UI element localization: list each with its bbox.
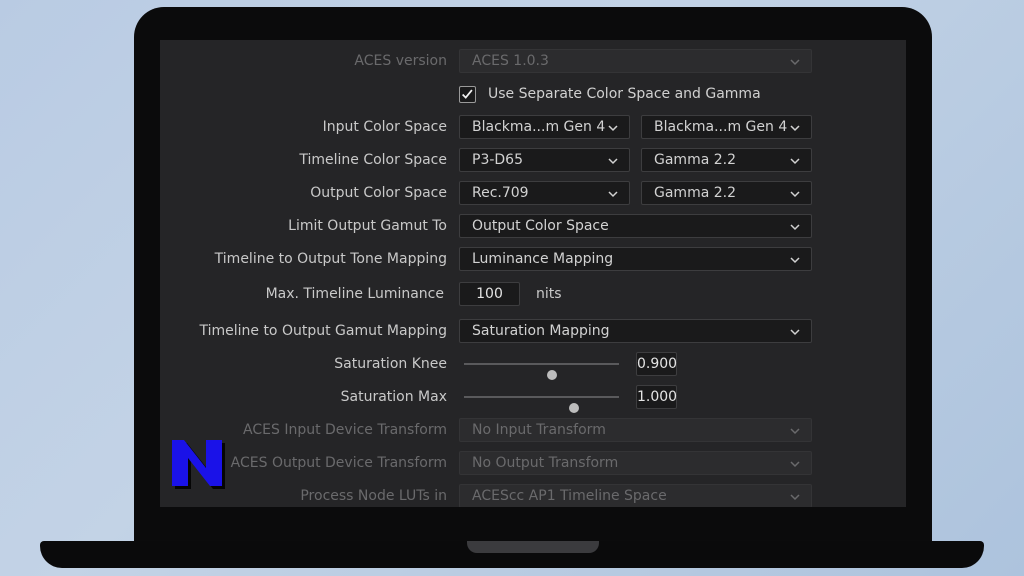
tone-mapping-label: Timeline to Output Tone Mapping <box>214 251 447 267</box>
chevron-down-icon <box>608 158 618 165</box>
limit-gamut-dropdown[interactable]: Output Color Space <box>459 214 812 238</box>
aces-odt-row: ACES Output Device Transform No Output T… <box>160 451 906 475</box>
aces-version-row: ACES version ACES 1.0.3 <box>160 49 906 73</box>
tone-mapping-dropdown[interactable]: Luminance Mapping <box>459 247 812 271</box>
input-color-space-label: Input Color Space <box>322 119 447 135</box>
timeline-color-space-dropdown[interactable]: P3-D65 <box>459 148 630 172</box>
timeline-color-space-label: Timeline Color Space <box>299 152 447 168</box>
input-gamma-dropdown[interactable]: Blackma...m Gen 4 <box>641 115 812 139</box>
checkmark-icon <box>462 89 473 99</box>
output-color-space-dropdown[interactable]: Rec.709 <box>459 181 630 205</box>
chevron-down-icon <box>790 461 800 468</box>
max-luminance-label: Max. Timeline Luminance <box>265 286 444 302</box>
n-logo-icon <box>172 440 225 489</box>
output-gamma-dropdown[interactable]: Gamma 2.2 <box>641 181 812 205</box>
aces-version-label: ACES version <box>354 53 447 69</box>
max-luminance-unit: nits <box>536 286 562 302</box>
aces-idt-dropdown[interactable]: No Input Transform <box>459 418 812 442</box>
aces-idt-row: ACES Input Device Transform No Input Tra… <box>160 418 906 442</box>
node-luts-dropdown[interactable]: ACEScc AP1 Timeline Space <box>459 484 812 507</box>
saturation-knee-row: Saturation Knee 0.900 <box>160 352 906 380</box>
saturation-max-label: Saturation Max <box>340 389 447 405</box>
saturation-knee-input[interactable]: 0.900 <box>636 352 677 376</box>
aces-version-dropdown[interactable]: ACES 1.0.3 <box>459 49 812 73</box>
output-color-space-label: Output Color Space <box>310 185 447 201</box>
separate-gamma-checkbox[interactable] <box>459 86 476 103</box>
chevron-down-icon <box>608 125 618 132</box>
timeline-gamma-dropdown[interactable]: Gamma 2.2 <box>641 148 812 172</box>
chevron-down-icon <box>790 158 800 165</box>
chevron-down-icon <box>790 257 800 264</box>
saturation-max-row: Saturation Max 1.000 <box>160 385 906 413</box>
chevron-down-icon <box>790 428 800 435</box>
saturation-max-input[interactable]: 1.000 <box>636 385 677 409</box>
chevron-down-icon <box>790 329 800 336</box>
chevron-down-icon <box>790 59 800 66</box>
input-color-space-row: Input Color Space Blackma...m Gen 4 Blac… <box>160 115 906 139</box>
separate-gamma-label: Use Separate Color Space and Gamma <box>488 86 761 102</box>
gamut-mapping-row: Timeline to Output Gamut Mapping Saturat… <box>160 319 906 343</box>
chevron-down-icon <box>790 191 800 198</box>
node-luts-label: Process Node LUTs in <box>300 488 447 504</box>
limit-gamut-row: Limit Output Gamut To Output Color Space <box>160 214 906 238</box>
limit-gamut-label: Limit Output Gamut To <box>288 218 447 234</box>
chevron-down-icon <box>608 191 618 198</box>
saturation-knee-label: Saturation Knee <box>334 356 447 372</box>
node-luts-row: Process Node LUTs in ACEScc AP1 Timeline… <box>160 484 906 507</box>
gamut-mapping-dropdown[interactable]: Saturation Mapping <box>459 319 812 343</box>
saturation-knee-slider[interactable] <box>464 363 619 380</box>
chevron-down-icon <box>790 224 800 231</box>
saturation-max-slider[interactable] <box>464 396 619 413</box>
max-luminance-input[interactable]: 100 <box>459 282 520 306</box>
chevron-down-icon <box>790 125 800 132</box>
saturation-knee-thumb[interactable] <box>547 370 558 380</box>
aces-idt-label: ACES Input Device Transform <box>243 422 447 438</box>
aces-odt-dropdown[interactable]: No Output Transform <box>459 451 812 475</box>
tone-mapping-row: Timeline to Output Tone Mapping Luminanc… <box>160 247 906 271</box>
input-color-space-dropdown[interactable]: Blackma...m Gen 4 <box>459 115 630 139</box>
gamut-mapping-label: Timeline to Output Gamut Mapping <box>199 323 447 339</box>
output-color-space-row: Output Color Space Rec.709 Gamma 2.2 <box>160 181 906 205</box>
separate-gamma-row: Use Separate Color Space and Gamma <box>160 82 906 106</box>
color-management-panel: ACES version ACES 1.0.3 Use Separate Col… <box>160 40 906 507</box>
max-luminance-row: Max. Timeline Luminance 100 nits <box>160 282 906 306</box>
saturation-max-thumb[interactable] <box>569 403 580 413</box>
laptop-notch <box>467 541 599 553</box>
chevron-down-icon <box>790 494 800 501</box>
aces-odt-label: ACES Output Device Transform <box>230 455 447 471</box>
timeline-color-space-row: Timeline Color Space P3-D65 Gamma 2.2 <box>160 148 906 172</box>
